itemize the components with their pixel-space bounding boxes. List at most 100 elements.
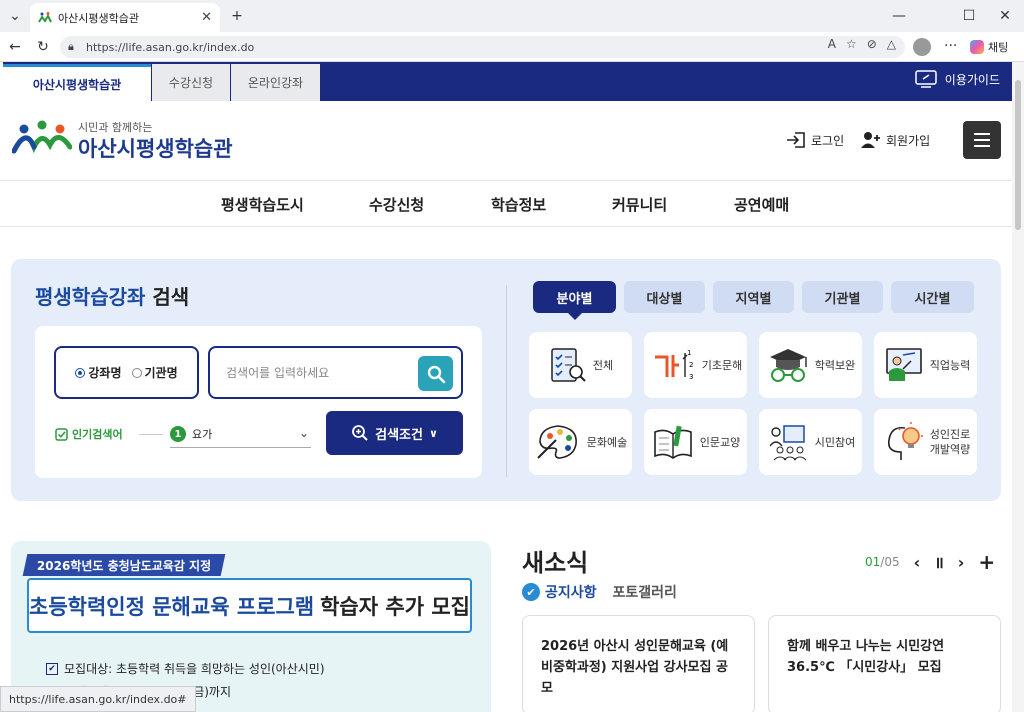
- search-title-black: 검색: [152, 285, 190, 309]
- category-all[interactable]: 전체: [529, 332, 632, 398]
- nav-item-info[interactable]: 학습정보: [491, 194, 546, 215]
- checklist-icon: [551, 348, 586, 382]
- nav-item-tickets[interactable]: 공연예매: [734, 194, 789, 215]
- login-link[interactable]: 로그인: [786, 131, 844, 149]
- banner-title-black: 학습자 추가 모집: [320, 594, 470, 619]
- search-placeholder: 검색어를 입력하세요: [226, 366, 330, 380]
- search-title: 평생학습강좌 검색: [35, 281, 189, 310]
- favorite-star-icon[interactable]: ☆: [846, 37, 857, 51]
- site-header: 시민과 함께하는 아산시평생학습관 로그인 회원가입: [0, 101, 1012, 181]
- filter-tab-org[interactable]: 기관별: [802, 281, 883, 313]
- new-tab-icon[interactable]: +: [226, 5, 248, 27]
- top-utility-nav: 아산시평생학습관 수강신청 온라인강좌 이용가이드: [3, 62, 1012, 101]
- korean-letters-icon: 1 2 3: [654, 349, 693, 381]
- banner-pill: 2026학년도 충청남도교육감 지정: [22, 554, 226, 576]
- site-info-icon[interactable]: 🔒︎: [68, 40, 74, 54]
- filter-tab-field[interactable]: 분야별: [533, 281, 616, 320]
- search-title-blue: 평생학습강좌: [35, 285, 146, 309]
- keyword-rank: 1: [170, 426, 186, 442]
- radio-org-name[interactable]: 기관명: [131, 364, 178, 381]
- more-plus-icon[interactable]: +: [978, 550, 995, 574]
- url-field[interactable]: 🔒︎ https://life.asan.go.kr/index.do: [60, 36, 905, 58]
- search-input[interactable]: 검색어를 입력하세요: [208, 346, 463, 399]
- tracking-icon[interactable]: ⊘: [867, 37, 877, 51]
- keyword-text: 요가: [192, 428, 213, 441]
- site-logo[interactable]: 시민과 함께하는 아산시평생학습관: [12, 117, 233, 161]
- divider-line: [139, 434, 163, 435]
- radio-org-label: 기관명: [144, 366, 178, 380]
- site-tab-online[interactable]: 온라인강좌: [231, 64, 320, 101]
- site-favicon-icon: [38, 11, 52, 23]
- search-box: 강좌명 기관명 검색어를 입력하세요 인기검색어 1 요가 ⌄ 검색조건 ∨: [35, 326, 482, 478]
- news-card[interactable]: 2026년 아산시 성인문해교육 (예비중학과정) 지원사업 강사모집 공모: [522, 615, 755, 712]
- category-job[interactable]: 직업능력: [874, 332, 977, 398]
- prev-icon[interactable]: ‹: [914, 553, 921, 572]
- pause-icon[interactable]: ॥: [934, 551, 944, 573]
- site-tab-lifelong[interactable]: 아산시평생학습관: [3, 64, 151, 101]
- browser-chrome: ⌄ 아산시평생학습관 ✕ + — ☐ ✕ ← ↻ 🔒︎ https://life…: [0, 0, 1024, 62]
- guide-monitor-icon: [915, 70, 937, 88]
- filter-tab-region[interactable]: 지역별: [713, 281, 794, 313]
- nav-item-city[interactable]: 평생학습도시: [221, 194, 304, 215]
- category-career[interactable]: 성인진로 개발역량: [874, 409, 977, 475]
- popular-keywords: 인기검색어: [55, 426, 123, 442]
- window-close-icon[interactable]: ✕: [994, 5, 1016, 27]
- main-nav: 평생학습도시 수강신청 학습정보 커뮤니티 공연예매: [0, 181, 1012, 227]
- category-culture[interactable]: 문화예술: [529, 409, 632, 475]
- page-total: /05: [880, 555, 900, 569]
- news-tabs: ✔ 공지사항 포토갤러리: [522, 582, 677, 602]
- refresh-icon[interactable]: ↻: [32, 36, 54, 58]
- nav-item-register[interactable]: 수강신청: [369, 194, 424, 215]
- maximize-icon[interactable]: ☐: [958, 5, 980, 27]
- tab-list-chevron-icon[interactable]: ⌄: [4, 5, 26, 27]
- signup-link[interactable]: 회원가입: [861, 131, 930, 149]
- news-card[interactable]: 함께 배우고 나누는 시민강연 36.5℃ 「시민강사」 모집: [768, 615, 1001, 712]
- banner-title-blue: 초등학력인정 문해교육 프로그램: [29, 594, 315, 619]
- category-humanities[interactable]: 인문교양: [644, 409, 747, 475]
- tab-close-icon[interactable]: ✕: [201, 10, 212, 25]
- palette-icon: [537, 425, 577, 459]
- condition-label: 검색조건: [375, 427, 423, 443]
- banner-line-1-text: 모집대상: 초등학력 취득을 희망하는 성인(아산시민): [64, 662, 325, 676]
- back-icon[interactable]: ←: [4, 36, 26, 58]
- hamburger-menu-icon[interactable]: [963, 121, 1001, 159]
- signup-label: 회원가입: [886, 133, 931, 148]
- browser-tab[interactable]: 아산시평생학습관 ✕: [30, 3, 220, 32]
- category-literacy[interactable]: 1 2 3 기초문해: [644, 332, 747, 398]
- scrollbar-thumb[interactable]: [1015, 80, 1021, 230]
- site-tab-register[interactable]: 수강신청: [152, 64, 230, 101]
- minimize-icon[interactable]: —: [888, 5, 910, 27]
- popular-label: 인기검색어: [72, 428, 123, 441]
- tab-notice[interactable]: ✔ 공지사항: [522, 582, 597, 602]
- check-circle-icon: ✔: [522, 583, 540, 601]
- read-aloud-icon[interactable]: A: [828, 37, 836, 51]
- banner-line-1: ✔ 모집대상: 초등학력 취득을 희망하는 성인(아산시민): [46, 660, 325, 677]
- search-condition-button[interactable]: 검색조건 ∨: [326, 411, 463, 455]
- category-civic[interactable]: 시민참여: [759, 409, 862, 475]
- notification-bell-icon[interactable]: △: [887, 37, 896, 51]
- next-icon[interactable]: ›: [958, 553, 965, 572]
- guide-link[interactable]: 이용가이드: [915, 70, 1000, 88]
- radio-course-label: 강좌명: [88, 366, 122, 380]
- open-book-icon: [653, 425, 692, 459]
- tab-title: 아산시평생학습관: [58, 11, 139, 25]
- category-academic[interactable]: 학력보완: [759, 332, 862, 398]
- more-menu-icon[interactable]: ···: [944, 38, 957, 54]
- tab-strip: ⌄ 아산시평생학습관 ✕ + — ☐ ✕: [0, 0, 1024, 32]
- banner-pill-text: 2026학년도 충청남도교육감 지정: [37, 558, 212, 573]
- copilot-button[interactable]: 채팅: [970, 39, 1008, 55]
- radio-course-name[interactable]: 강좌명: [75, 364, 122, 381]
- copilot-label: 채팅: [988, 41, 1009, 54]
- page-scrollbar[interactable]: [1012, 62, 1024, 712]
- address-bar-icons: A ☆ ⊘ △: [828, 37, 896, 51]
- profile-avatar[interactable]: [913, 38, 931, 56]
- address-bar-row: ← ↻ 🔒︎ https://life.asan.go.kr/index.do …: [0, 32, 1024, 62]
- search-submit-button[interactable]: [418, 356, 453, 391]
- nav-item-community[interactable]: 커뮤니티: [612, 194, 667, 215]
- svg-text:3: 3: [689, 373, 693, 381]
- popular-keyword-select[interactable]: 1 요가 ⌄: [170, 421, 311, 448]
- filter-tab-target[interactable]: 대상별: [624, 281, 705, 313]
- tab-photo-gallery[interactable]: 포토갤러리: [613, 582, 677, 602]
- filter-tab-time[interactable]: 시간별: [891, 281, 974, 313]
- check-square-icon: [55, 427, 68, 441]
